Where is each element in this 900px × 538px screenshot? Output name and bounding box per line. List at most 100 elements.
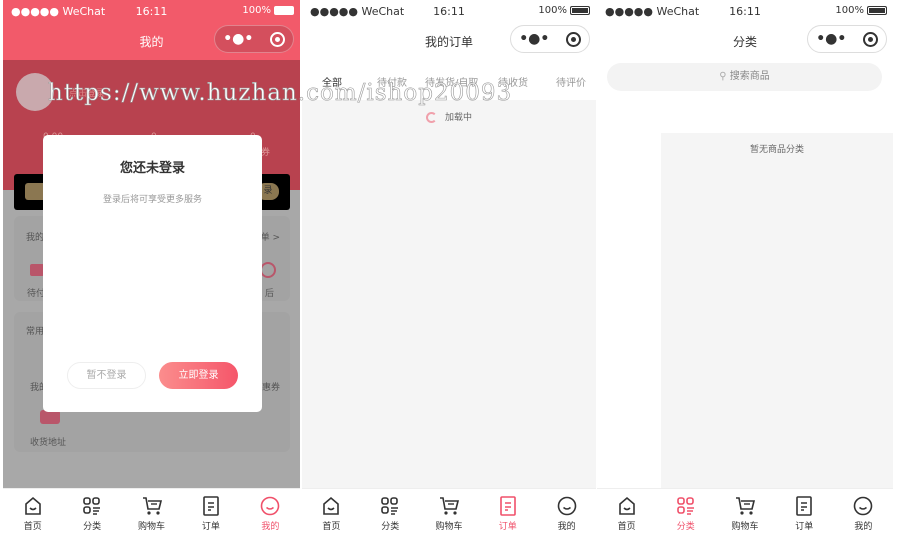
- tab-bar: 首页 分类 购物车 订单 我的: [3, 488, 300, 538]
- tab-label: 分类: [83, 522, 102, 532]
- tab-home[interactable]: 首页: [3, 489, 62, 538]
- loading-indicator: 加载中: [302, 110, 596, 123]
- loading-text: 加载中: [444, 113, 472, 123]
- my-orders-label: 我的: [26, 233, 45, 243]
- status-bar: ●●●●● WeChat 16:11 100%: [302, 0, 596, 24]
- profile-icon: [854, 496, 873, 516]
- avatar[interactable]: [16, 73, 54, 111]
- orders-list: [302, 100, 596, 488]
- battery: 100%: [242, 5, 294, 16]
- coupons-label: 券: [261, 148, 271, 158]
- modal-subtitle: 登录后将可享受更多服务: [102, 195, 202, 205]
- close-miniprogram-icon[interactable]: [269, 31, 285, 47]
- battery-level: 100%: [538, 5, 567, 16]
- location-pin-icon: [40, 410, 60, 424]
- order-icon: [203, 496, 219, 516]
- battery-level: 100%: [242, 5, 271, 16]
- battery-icon: [867, 6, 887, 15]
- tab-cart[interactable]: 购物车: [715, 489, 774, 538]
- tab-label: 首页: [322, 522, 341, 532]
- tab-profile[interactable]: 我的: [241, 489, 300, 538]
- tab-category[interactable]: 分类: [361, 489, 420, 538]
- more-icon[interactable]: •●•: [223, 31, 253, 47]
- address-label[interactable]: 收货地址: [30, 435, 66, 448]
- more-icon[interactable]: •●•: [519, 31, 549, 47]
- tab-label: 分类: [676, 522, 695, 532]
- tab-pending-review[interactable]: 待评价: [556, 74, 586, 89]
- tab-home[interactable]: 首页: [302, 489, 361, 538]
- cart-icon: [439, 497, 460, 515]
- order-status-tabs: 全部 待付款 待发货/自取 待收货 待评价: [302, 74, 596, 94]
- skip-login-button[interactable]: 暂不登录: [67, 362, 146, 389]
- category-icon: [381, 497, 399, 515]
- profile-icon: [557, 496, 576, 516]
- tab-profile[interactable]: 我的: [834, 489, 893, 538]
- common-tools-label: 常用: [26, 327, 45, 337]
- tab-label: 购物车: [435, 522, 463, 532]
- status-bar: ●●●●● WeChat 16:11 100%: [597, 0, 893, 24]
- modal-title: 您还未登录: [119, 161, 185, 176]
- order-icon: [796, 496, 813, 516]
- tab-pending-payment[interactable]: 待付款: [377, 74, 407, 89]
- tab-all[interactable]: 全部: [322, 74, 342, 89]
- tab-label: 首页: [617, 522, 636, 532]
- login-modal: 您还未登录 登录后将可享受更多服务 暂不登录 立即登录: [43, 135, 262, 412]
- search-placeholder: 搜索商品: [729, 71, 770, 82]
- tab-label: 我的: [557, 522, 576, 532]
- battery-icon: [570, 6, 590, 15]
- category-screen: ●●●●● WeChat 16:11 100% 分类 •●• ⚲ 搜索商品 暂无…: [597, 0, 893, 538]
- tab-pending-shipment[interactable]: 待发货/自取: [425, 74, 478, 89]
- tab-label: 首页: [23, 522, 42, 532]
- status-bar: ●●●●● WeChat 16:11 100%: [3, 0, 300, 24]
- close-miniprogram-icon[interactable]: [862, 31, 878, 47]
- orders-screen: ●●●●● WeChat 16:11 100% 我的 订单 •●• 全部 待付款 …: [302, 0, 596, 538]
- tab-order[interactable]: 订单: [478, 489, 537, 538]
- tab-label: 购物车: [731, 522, 759, 532]
- more-icon[interactable]: •●•: [816, 31, 846, 47]
- after-sale-icon: [260, 262, 276, 278]
- capsule-menu[interactable]: •●•: [807, 25, 887, 53]
- tab-order[interactable]: 订单: [181, 489, 240, 538]
- after-sale-label[interactable]: 后: [265, 286, 274, 299]
- tab-order[interactable]: 订单: [775, 489, 834, 538]
- tab-pending-receipt[interactable]: 待收货: [498, 74, 528, 89]
- search-icon: ⚲: [719, 71, 727, 82]
- tab-category[interactable]: 分类: [656, 489, 715, 538]
- empty-message: 暂无商品分类: [749, 145, 804, 155]
- category-icon: [676, 497, 694, 515]
- tab-cart[interactable]: 购物车: [122, 489, 181, 538]
- tab-label: 订单: [795, 522, 814, 532]
- tab-label: 订单: [201, 522, 220, 532]
- tab-label: 分类: [381, 522, 400, 532]
- order-icon: [499, 496, 516, 516]
- tab-bar: 首页 分类 购物车 订单 我的: [302, 488, 596, 538]
- profile-icon: [261, 496, 280, 516]
- battery: 100%: [538, 5, 590, 16]
- capsule-menu[interactable]: •●•: [510, 25, 590, 53]
- tab-category[interactable]: 分类: [62, 489, 121, 538]
- close-miniprogram-icon[interactable]: [565, 31, 581, 47]
- coupon-tool-label[interactable]: 惠券: [262, 380, 280, 393]
- battery-icon: [274, 6, 294, 15]
- tab-home[interactable]: 首页: [597, 489, 656, 538]
- profile-header: ●●●●● WeChat 16:11 100% 我的 •●•: [3, 0, 300, 60]
- tab-label: 购物车: [138, 522, 166, 532]
- cart-icon: [736, 497, 756, 515]
- spinner-icon: [425, 112, 437, 123]
- home-icon: [323, 496, 340, 515]
- tab-label: 我的: [854, 522, 873, 532]
- category-content: 暂无商品分类: [661, 133, 893, 488]
- all-orders-link[interactable]: 单 >: [261, 230, 280, 243]
- profile-screen: ●●●●● WeChat 16:11 100% 我的 •●• 点击登录 0.00…: [3, 0, 300, 538]
- search-input[interactable]: ⚲ 搜索商品: [607, 63, 882, 91]
- home-icon: [618, 496, 635, 515]
- category-icon: [83, 497, 101, 515]
- pending-pay-icon: [30, 264, 44, 276]
- capsule-menu[interactable]: •●•: [214, 25, 294, 53]
- login-link[interactable]: 点击登录: [69, 86, 105, 99]
- home-icon: [24, 496, 41, 515]
- login-now-button[interactable]: 立即登录: [159, 362, 238, 389]
- tab-cart[interactable]: 购物车: [420, 489, 479, 538]
- tab-profile[interactable]: 我的: [537, 489, 596, 538]
- battery: 100%: [835, 5, 887, 16]
